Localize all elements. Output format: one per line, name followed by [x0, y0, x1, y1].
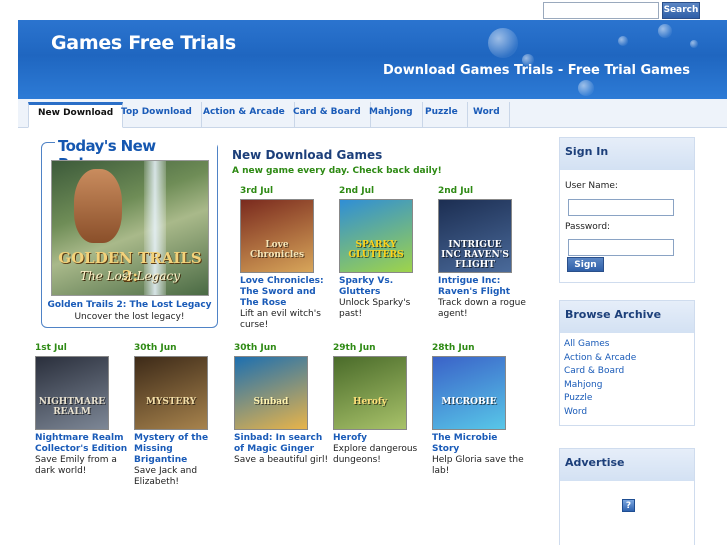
archive-link-action-arcade[interactable]: Action & Arcade: [564, 353, 636, 363]
section-title: New Download Games: [232, 148, 383, 162]
game-card: 28th Jun MICROBIE The Microbie Story Help G…: [432, 343, 527, 477]
username-label: User Name:: [565, 181, 618, 191]
game-thumbnail[interactable]: MYSTERY: [134, 356, 208, 430]
featured-image-subtitle: The Lost Legacy: [79, 269, 181, 283]
game-date: 30th Jun: [234, 343, 277, 353]
game-card: 2nd Jul INTRIGUE INC RAVEN'S FLIGHT Intrig…: [438, 186, 533, 320]
bubble-decoration: [618, 36, 628, 46]
game-thumbnail[interactable]: SPARKY GLUTTERS: [339, 199, 413, 273]
archive-link-puzzle[interactable]: Puzzle: [564, 393, 592, 403]
game-date: 30th Jun: [134, 343, 177, 353]
tab-mahjong[interactable]: Mahjong: [360, 102, 423, 128]
game-title-link[interactable]: Love Chronicles: The Sword and The Rose: [240, 276, 335, 309]
header-banner: Games Free Trials Download Games Trials …: [18, 20, 727, 99]
game-thumbnail[interactable]: NIGHTMARE REALM: [35, 356, 109, 430]
game-description: Help Gloria save the lab!: [432, 455, 524, 476]
site-tagline: Download Games Trials - Free Trial Games: [383, 63, 690, 78]
game-description: Lift an evil witch's curse!: [240, 309, 321, 330]
game-description: Save Jack and Elizabeth!: [134, 466, 198, 487]
game-thumbnail-title: NIGHTMARE REALM: [38, 397, 106, 417]
signin-title: Sign In: [560, 138, 694, 170]
game-card: 2nd Jul SPARKY GLUTTERS Sparky Vs. Glutter…: [339, 186, 434, 320]
bubble-decoration: [578, 80, 594, 96]
signin-button[interactable]: Sign In: [567, 257, 604, 284]
game-title-link[interactable]: Herofy: [333, 433, 428, 444]
game-thumbnail[interactable]: INTRIGUE INC RAVEN'S FLIGHT: [438, 199, 512, 273]
featured-release: Today's New Release GOLDEN TRAILS 2: The…: [41, 137, 218, 328]
tab-card-board[interactable]: Card & Board: [284, 102, 371, 128]
character-art: [74, 169, 122, 243]
game-thumbnail-title: MICROBIE: [441, 397, 497, 407]
game-thumbnail[interactable]: Love Chronicles: [240, 199, 314, 273]
search-button[interactable]: Search: [662, 2, 700, 19]
section-subtitle: A new game every day. Check back daily!: [232, 166, 442, 176]
archive-link-word[interactable]: Word: [564, 407, 587, 417]
game-date: 29th Jun: [333, 343, 376, 353]
game-thumbnail[interactable]: Sinbad: [234, 356, 308, 430]
game-title-link[interactable]: Mystery of the Missing Brigantine: [134, 433, 229, 466]
game-card: 29th Jun Herofy Herofy Explore dangerous du…: [333, 343, 428, 466]
game-date: 1st Jul: [35, 343, 67, 353]
game-date: 2nd Jul: [339, 186, 375, 196]
main-nav: New Download Top Download Action & Arcad…: [18, 99, 727, 128]
tab-word[interactable]: Word: [464, 102, 510, 128]
featured-game-link[interactable]: Golden Trails 2: The Lost Legacy: [42, 300, 217, 310]
bubble-decoration: [488, 28, 518, 58]
game-thumbnail-title: Sinbad: [253, 397, 289, 407]
game-title-link[interactable]: Nightmare Realm Collector's Edition: [35, 433, 130, 455]
game-title-link[interactable]: The Microbie Story: [432, 433, 527, 455]
game-title-link[interactable]: Intrigue Inc: Raven's Flight: [438, 276, 533, 298]
archive-link-all-games[interactable]: All Games: [564, 339, 610, 349]
game-date: 2nd Jul: [438, 186, 474, 196]
game-card: 1st Jul NIGHTMARE REALM Nightmare Realm Co…: [35, 343, 130, 477]
game-title-link[interactable]: Sparky Vs. Glutters: [339, 276, 434, 298]
search-input[interactable]: [543, 2, 659, 19]
tab-action-arcade[interactable]: Action & Arcade: [194, 102, 295, 128]
help-icon[interactable]: ?: [622, 499, 635, 512]
game-thumbnail[interactable]: Herofy: [333, 356, 407, 430]
game-thumbnail-title: Herofy: [352, 397, 388, 407]
archive-title: Browse Archive: [560, 301, 694, 333]
advertise-box: Advertise ?: [559, 448, 695, 545]
password-label: Password:: [565, 222, 611, 232]
tab-new-download[interactable]: New Download: [28, 102, 124, 128]
game-description: Explore dangerous dungeons!: [333, 444, 418, 465]
bubble-decoration: [658, 24, 672, 38]
game-description: Unlock Sparky's past!: [339, 298, 411, 319]
game-description: Track down a rogue agent!: [438, 298, 526, 319]
game-thumbnail[interactable]: MICROBIE: [432, 356, 506, 430]
password-field[interactable]: [568, 239, 674, 256]
bubble-decoration: [690, 40, 698, 48]
archive-link-mahjong[interactable]: Mahjong: [564, 380, 602, 390]
game-card: 3rd Jul Love Chronicles Love Chronicles: T…: [240, 186, 335, 331]
game-date: 3rd Jul: [240, 186, 274, 196]
featured-game-image[interactable]: GOLDEN TRAILS 2: The Lost Legacy: [51, 160, 209, 296]
featured-game-desc: Uncover the lost legacy!: [74, 312, 185, 322]
archive-link-card-board[interactable]: Card & Board: [564, 366, 624, 376]
game-thumbnail-title: MYSTERY: [145, 397, 197, 407]
search-bar: Search: [543, 2, 727, 20]
username-field[interactable]: [568, 199, 674, 216]
advertise-title: Advertise: [560, 449, 694, 481]
game-thumbnail-title: INTRIGUE INC RAVEN'S FLIGHT: [441, 240, 509, 270]
game-card: 30th Jun MYSTERY Mystery of the Missing Br…: [134, 343, 229, 488]
archive-box: Browse Archive All Games Action & Arcade…: [559, 300, 695, 426]
game-card: 30th Jun Sinbad Sinbad: In search of Magic…: [234, 343, 329, 466]
signin-box: Sign In User Name: Password: Sign In: [559, 137, 695, 284]
game-thumbnail-title: Love Chronicles: [249, 240, 305, 260]
tab-top-download[interactable]: Top Download: [112, 102, 202, 128]
site-title[interactable]: Games Free Trials: [51, 32, 236, 54]
game-thumbnail-title: SPARKY GLUTTERS: [348, 240, 404, 260]
game-description: Save Emily from a dark world!: [35, 455, 117, 476]
tab-puzzle[interactable]: Puzzle: [416, 102, 468, 128]
game-description: Save a beautiful girl!: [234, 455, 329, 465]
game-title-link[interactable]: Sinbad: In search of Magic Ginger: [234, 433, 329, 455]
game-date: 28th Jun: [432, 343, 475, 353]
